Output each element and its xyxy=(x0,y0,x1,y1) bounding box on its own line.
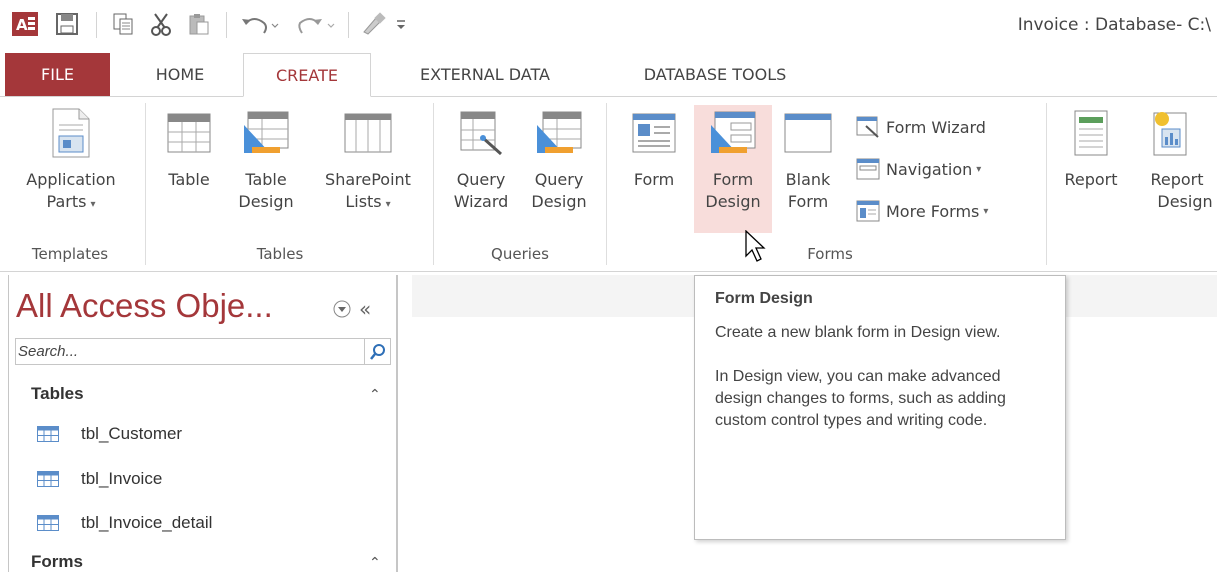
quick-access-toolbar: A Invoice : Database- C:\ xyxy=(0,0,1217,50)
group-label-queries: Queries xyxy=(491,245,549,263)
chevron-up-icon[interactable]: ⌃ xyxy=(369,555,381,571)
tab-create[interactable]: CREATE xyxy=(243,53,371,97)
tab-external-data[interactable]: EXTERNAL DATA xyxy=(385,53,585,96)
navigation-button[interactable]: Navigation ▾ xyxy=(856,155,981,183)
group-label-templates: Templates xyxy=(31,245,109,263)
blank-form-icon xyxy=(784,105,832,161)
table-design-icon xyxy=(242,105,290,161)
paste-icon[interactable] xyxy=(184,10,214,38)
tooltip-description: Create a new blank form in Design view. xyxy=(715,324,1001,341)
chevron-down-icon: ▾ xyxy=(385,199,391,210)
search-box xyxy=(15,338,391,365)
nav-item-tbl-invoice-detail[interactable]: tbl_Invoice_detail xyxy=(37,509,212,537)
sharepoint-lists-button[interactable]: SharePoint Lists ▾ xyxy=(310,97,426,237)
nav-item-tbl-customer[interactable]: tbl_Customer xyxy=(37,420,182,448)
tab-file[interactable]: FILE xyxy=(5,53,110,96)
application-parts-button[interactable]: Application Parts ▾ xyxy=(2,97,140,237)
nav-item-tbl-invoice[interactable]: tbl_Invoice xyxy=(37,465,162,493)
table-icon xyxy=(37,515,59,531)
tooltip-details: In Design view, you can make advanced de… xyxy=(715,368,1006,429)
query-design-icon xyxy=(535,105,583,161)
svg-text:A: A xyxy=(16,16,28,34)
collapse-pane-icon[interactable]: « xyxy=(359,297,371,321)
group-label-forms: Forms xyxy=(807,245,853,263)
table-icon xyxy=(37,426,59,442)
mouse-cursor-icon xyxy=(745,229,767,268)
redo-icon[interactable] xyxy=(292,10,340,38)
chevron-down-icon: ▾ xyxy=(90,199,96,210)
more-forms-button[interactable]: More Forms ▾ xyxy=(856,197,988,225)
chevron-down-icon: ▾ xyxy=(976,163,982,175)
format-painter-icon[interactable] xyxy=(358,10,390,38)
form-wizard-button[interactable]: Form Wizard xyxy=(856,113,986,141)
copy-icon[interactable] xyxy=(108,10,138,38)
sharepoint-lists-icon xyxy=(344,105,392,161)
form-icon xyxy=(632,105,676,161)
application-parts-icon xyxy=(51,105,91,161)
report-button[interactable]: Report xyxy=(1056,97,1126,237)
nav-group-forms[interactable]: Forms xyxy=(31,552,83,572)
report-design-button[interactable]: Report Design xyxy=(1130,97,1213,237)
form-button[interactable]: Form xyxy=(622,97,686,237)
access-logo-icon[interactable]: A xyxy=(10,10,40,38)
group-label-tables: Tables xyxy=(256,245,304,263)
navigation-icon xyxy=(856,158,880,180)
query-wizard-button[interactable]: Query Wizard xyxy=(446,97,516,237)
navigation-pane: All Access Obje... « Tables ⌃ tbl_Custom… xyxy=(8,275,398,572)
tooltip-title: Form Design xyxy=(715,290,813,307)
ribbon-tabs: FILE HOME CREATE EXTERNAL DATA DATABASE … xyxy=(0,53,1217,97)
report-design-icon xyxy=(1150,105,1190,161)
save-icon[interactable] xyxy=(52,10,82,38)
chevron-down-icon: ▾ xyxy=(983,205,989,217)
window-title: Invoice : Database- C:\ xyxy=(1017,15,1211,35)
form-design-button[interactable]: Form Design xyxy=(694,105,772,233)
table-button[interactable]: Table xyxy=(157,97,221,237)
query-design-button[interactable]: Query Design xyxy=(522,97,596,237)
table-icon xyxy=(167,105,211,161)
search-input[interactable] xyxy=(18,340,358,363)
form-design-icon xyxy=(709,105,757,161)
undo-icon[interactable] xyxy=(236,10,284,38)
nav-pane-menu-icon[interactable] xyxy=(332,299,352,323)
nav-pane-title[interactable]: All Access Obje... xyxy=(16,287,273,325)
tab-database-tools[interactable]: DATABASE TOOLS xyxy=(600,53,830,96)
search-icon[interactable] xyxy=(364,339,390,364)
table-icon xyxy=(37,471,59,487)
form-design-tooltip: Form Design Create a new blank form in D… xyxy=(694,275,1066,540)
cut-icon[interactable] xyxy=(146,10,176,38)
table-design-button[interactable]: Table Design xyxy=(230,97,302,237)
query-wizard-icon xyxy=(459,105,503,161)
blank-form-button[interactable]: Blank Form xyxy=(776,97,840,237)
report-icon xyxy=(1073,105,1109,161)
chevron-up-icon[interactable]: ⌃ xyxy=(369,387,381,403)
customize-qat-icon[interactable] xyxy=(392,10,410,38)
ribbon: Application Parts ▾ Templates Table Table… xyxy=(0,97,1217,272)
more-forms-icon xyxy=(856,200,880,222)
tab-home[interactable]: HOME xyxy=(130,53,230,96)
form-wizard-icon xyxy=(856,116,880,138)
nav-group-tables[interactable]: Tables xyxy=(31,384,84,404)
